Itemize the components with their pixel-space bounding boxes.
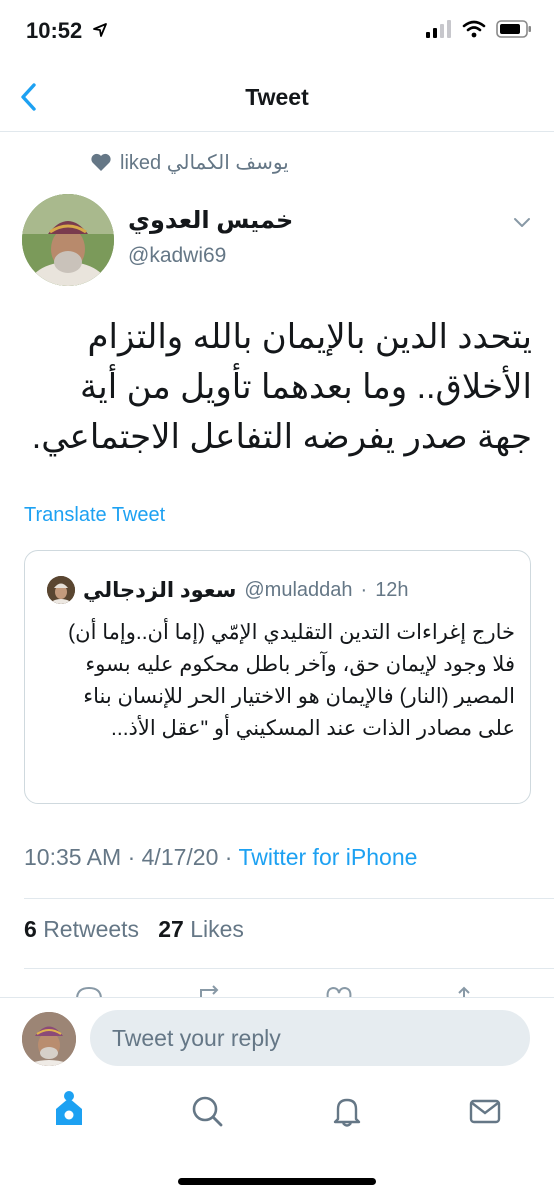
status-indicators: [426, 20, 532, 38]
tweet-date: 4/17/20: [141, 844, 219, 870]
quoted-author-avatar: [47, 576, 75, 604]
likes-count: 27: [158, 916, 184, 942]
location-arrow-icon: [93, 23, 107, 37]
meta-divider: [24, 898, 554, 899]
liked-by-text: liked يوسف الكمالي: [120, 151, 289, 174]
battery-icon: [496, 20, 531, 38]
quoted-avatar-image: [47, 576, 75, 604]
quoted-tweet-time: 12h: [375, 578, 409, 601]
author-avatar[interactable]: [22, 194, 114, 286]
author-avatar-image: [22, 194, 114, 286]
meta-separator: ·: [127, 844, 136, 870]
bell-icon[interactable]: [330, 1094, 364, 1128]
quoted-tweet-text: خارج إغراءات التدين التقليدي الإمّي (إما…: [68, 621, 515, 740]
current-user-avatar-image: [22, 1012, 76, 1066]
mail-icon[interactable]: [468, 1094, 502, 1128]
heart-icon: [91, 153, 111, 171]
current-user-avatar[interactable]: [22, 1012, 76, 1066]
page-title: Tweet: [245, 84, 309, 110]
meta-separator: ·: [224, 844, 233, 870]
reply-input[interactable]: Tweet your reply: [90, 1010, 530, 1066]
tweet-time: 10:35 AM: [24, 844, 122, 870]
quoted-author-handle: @muladdah: [244, 578, 353, 601]
translate-tweet-link[interactable]: Translate Tweet: [24, 504, 165, 527]
author-name[interactable]: خميس العدوي: [128, 206, 293, 235]
chevron-down-icon[interactable]: [512, 216, 532, 230]
quoted-author-name: سعود الزدجالي: [83, 578, 237, 602]
retweets-stat[interactable]: 6 Retweets: [24, 916, 139, 942]
nav-divider: [0, 131, 554, 132]
likes-label: Likes: [190, 916, 244, 942]
social-context: liked يوسف الكمالي: [90, 148, 326, 176]
status-time: 10:52: [26, 18, 83, 43]
tweet-source-link[interactable]: Twitter for iPhone: [238, 844, 417, 870]
stats-divider: [24, 968, 554, 969]
wifi-icon: [462, 20, 486, 38]
notification-dot: [64, 1091, 74, 1101]
quoted-meta-separator: ·: [360, 578, 368, 601]
search-icon[interactable]: [190, 1094, 224, 1128]
cellular-signal-icon: [426, 20, 451, 38]
tweet-meta: 10:35 AM · 4/17/20 · Twitter for iPhone: [24, 844, 417, 871]
author-handle[interactable]: @kadwi69: [128, 244, 226, 268]
quoted-tweet-header: سعود الزدجالي @muladdah · 12h: [47, 575, 512, 605]
retweets-count: 6: [24, 916, 37, 942]
tweet-text: يتحدد الدين بالإيمان بالله والتزام الأخل…: [31, 318, 532, 456]
quoted-tweet-card[interactable]: سعود الزدجالي @muladdah · 12h خارج إغراء…: [24, 550, 531, 804]
retweets-label: Retweets: [43, 916, 140, 942]
home-indicator: [178, 1178, 376, 1185]
tweet-stats: 6 Retweets 27 Likes: [24, 916, 244, 943]
likes-stat[interactable]: 27 Likes: [158, 916, 244, 942]
